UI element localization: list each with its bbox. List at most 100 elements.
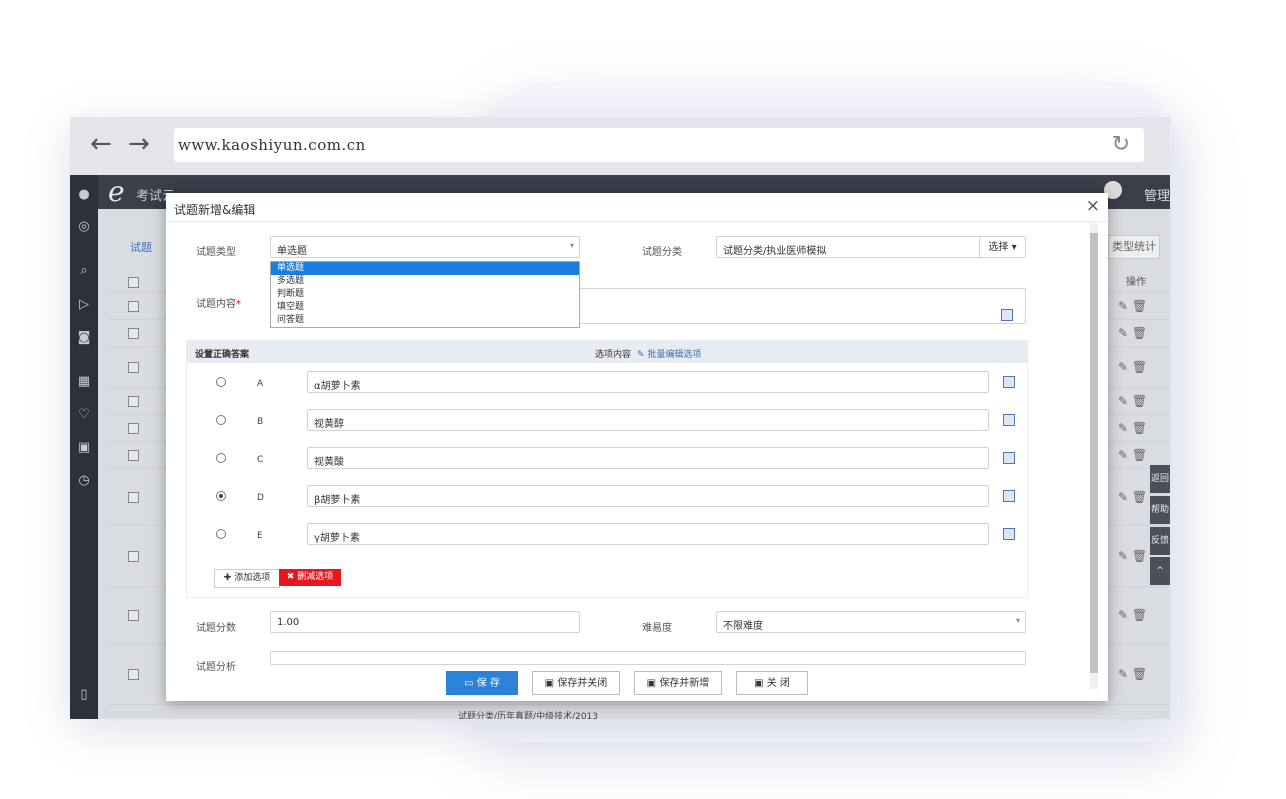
option-letter: A [257,379,264,389]
answer-radio-a[interactable] [216,377,226,387]
row-actions-icon[interactable]: ✎ 🗑 [1118,667,1147,681]
browser-window: ← → www.kaoshiyun.com.cn ↻ e 考试云 管理 ● ◎ … [70,117,1170,719]
answer-radio-d[interactable] [216,491,226,501]
forward-arrow-icon[interactable]: → [128,131,150,157]
option-input[interactable]: α胡萝卜素 [307,371,989,393]
row-checkbox[interactable] [128,450,139,461]
modal-title: 试题新增&编辑 [174,203,256,217]
image-upload-icon[interactable] [1003,414,1015,426]
send-icon[interactable]: ▷ [76,297,92,313]
row-actions-icon[interactable]: ✎ 🗑 [1118,421,1147,435]
save-label: 保 存 [476,678,500,689]
grid-icon[interactable]: ▦ [76,374,92,390]
dropdown-option-multiple[interactable]: 多选题 [271,275,579,288]
category-value: 试题分类/执业医师模拟 [723,246,827,257]
row-actions-icon[interactable]: ✎ 🗑 [1118,549,1147,563]
side-tab-feedback[interactable]: 反馈 [1150,527,1170,555]
row-actions-icon[interactable]: ✎ 🗑 [1118,490,1147,504]
option-input[interactable]: 视黄醇 [307,409,989,431]
back-arrow-icon[interactable]: ← [90,131,112,157]
messenger-icon[interactable]: ● [76,187,92,203]
question-type-value: 单选题 [277,246,307,257]
calendar-icon: ▣ [544,678,558,689]
option-input[interactable]: γ胡萝卜素 [307,523,989,545]
difficulty-select[interactable]: 不限难度 ▾ [716,611,1026,633]
tab-questions[interactable]: 试题 [130,239,152,255]
side-tab-help[interactable]: 帮助 [1150,496,1170,524]
admin-label[interactable]: 管理 [1144,185,1170,204]
dropdown-option-fill[interactable]: 填空题 [271,301,579,314]
content-label-text: 试题内容 [196,299,236,310]
analysis-editor[interactable] [270,651,1026,665]
whatsapp-icon[interactable]: ◎ [76,219,92,235]
option-input[interactable]: β胡萝卜素 [307,485,989,507]
modal-header: 试题新增&编辑 × [166,193,1108,222]
option-input[interactable]: 视黄酸 [307,447,989,469]
save-close-label: 保存并关闭 [557,678,608,689]
row-actions-icon[interactable]: ✎ 🗑 [1118,326,1147,340]
heart-icon[interactable]: ♡ [76,407,92,423]
address-bar[interactable]: www.kaoshiyun.com.cn ↻ [174,128,1144,162]
score-label: 试题分数 [196,623,236,634]
image-upload-icon[interactable] [1003,376,1015,388]
answer-radio-b[interactable] [216,415,226,425]
row-checkbox[interactable] [128,423,139,434]
camera-icon[interactable]: ◙ [76,330,92,346]
options-panel: 设置正确答案 选项内容 ✎ 批量编辑选项 A α胡萝卜素 B 视黄醇 C 视黄酸… [186,340,1028,598]
row-checkbox[interactable] [128,551,139,562]
image-upload-icon[interactable] [1003,490,1015,502]
row-checkbox[interactable] [128,610,139,621]
row-checkbox[interactable] [128,301,139,312]
row-checkbox[interactable] [128,362,139,373]
row-checkbox[interactable] [128,492,139,503]
row-actions-icon[interactable]: ✎ 🗑 [1118,448,1147,462]
dropdown-option-judge[interactable]: 判断题 [271,288,579,301]
row-actions-icon[interactable]: ✎ 🗑 [1118,299,1147,313]
answer-radio-c[interactable] [216,453,226,463]
scrollbar-thumb[interactable] [1090,233,1098,673]
dropdown-option-single[interactable]: 单选题 [271,262,579,275]
row-checkbox[interactable] [128,328,139,339]
close-box-icon: ▣ [754,678,767,689]
answer-radio-e[interactable] [216,529,226,539]
row-checkbox[interactable] [128,277,139,288]
image-upload-icon[interactable] [1001,309,1013,321]
question-type-select[interactable]: 单选题 ▾ [270,236,580,258]
difficulty-label: 难易度 [642,623,672,634]
add-option-button[interactable]: ✚ 添加选项 [214,569,280,588]
chevron-down-icon: ▾ [1015,616,1020,625]
category-select-button[interactable]: 选择 ▾ [979,237,1025,259]
image-upload-icon[interactable] [1003,452,1015,464]
question-type-dropdown: 单选题 多选题 判断题 填空题 问答题 [270,261,580,328]
dropdown-option-essay[interactable]: 问答题 [271,314,579,327]
close-icon[interactable]: × [1086,196,1100,216]
save-close-button[interactable]: ▣ 保存并关闭 [532,671,620,695]
row-actions-icon[interactable]: ✎ 🗑 [1118,360,1147,374]
clock-icon[interactable]: ◷ [76,473,92,489]
category-field[interactable]: 试题分类/执业医师模拟 选择 ▾ [716,236,1026,259]
search-icon[interactable]: ⌕ [76,263,92,279]
row-checkbox[interactable] [128,669,139,680]
wallet-icon[interactable]: ▣ [76,440,92,456]
row-actions-icon[interactable]: ✎ 🗑 [1118,608,1147,622]
score-input[interactable]: 1.00 [270,611,580,633]
close-button[interactable]: ▣ 关 闭 [736,671,808,695]
row-checkbox[interactable] [128,396,139,407]
panel-toggle-icon[interactable]: ▯ [76,687,92,703]
save-button[interactable]: ▭ 保 存 [446,671,518,695]
required-marker: * [236,299,241,310]
row-actions-icon[interactable]: ✎ 🗑 [1118,394,1147,408]
save-new-button[interactable]: ▣ 保存并新增 [634,671,722,695]
scroll-top-icon[interactable]: ^ [1150,557,1170,585]
image-upload-icon[interactable] [1003,528,1015,540]
difficulty-value: 不限难度 [723,621,763,632]
delete-option-button[interactable]: ✖ 删减选项 [279,569,341,586]
question-edit-modal: 试题新增&编辑 × 试题类型 单选题 ▾ 单选题 多选题 判断题 填空题 问答题… [166,193,1108,701]
chevron-down-icon: ▾ [569,241,574,250]
batch-edit-link[interactable]: ✎ 批量编辑选项 [637,347,701,360]
option-letter: C [257,455,264,465]
side-tab-back[interactable]: 返回 [1150,465,1170,493]
refresh-icon[interactable]: ↻ [1112,132,1130,157]
type-stats-button[interactable]: 类型统计 [1108,235,1160,259]
modal-scrollbar[interactable] [1090,223,1098,689]
